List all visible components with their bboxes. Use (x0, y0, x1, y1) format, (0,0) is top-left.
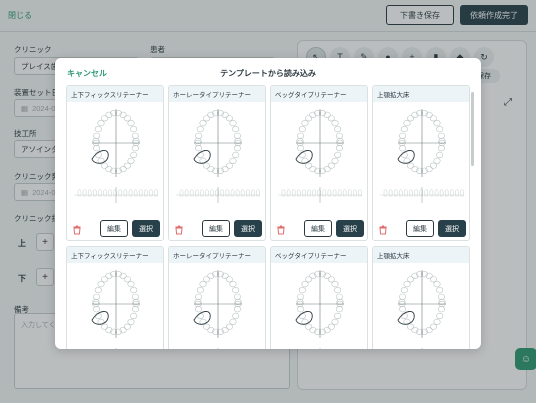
modal-scrollbar[interactable] (471, 92, 474, 166)
edit-button[interactable]: 編集 (100, 220, 128, 237)
trash-icon[interactable] (174, 225, 184, 235)
select-button[interactable]: 選択 (438, 220, 466, 237)
dental-arch-diagram (380, 109, 464, 203)
edit-button[interactable]: 編集 (202, 220, 230, 237)
template-card: 上顎拡大床 (372, 246, 470, 349)
dental-arch-diagram (278, 109, 362, 203)
template-card: ベッグタイプリテーナー 編集 選択 (270, 85, 368, 241)
edit-button[interactable]: 編集 (406, 220, 434, 237)
template-name: 上顎拡大床 (373, 247, 469, 263)
template-card: 上下フィックスリテーナー 編集 選択 (66, 85, 164, 241)
template-name: ホーレータイプリテーナー (169, 86, 265, 102)
template-name: ベッグタイプリテーナー (271, 247, 367, 263)
trash-icon[interactable] (276, 225, 286, 235)
dental-arch-diagram (397, 270, 446, 349)
modal-title: テンプレートから読み込み (220, 69, 316, 78)
select-button[interactable]: 選択 (234, 220, 262, 237)
template-card: ベッグタイプリテーナー (270, 246, 368, 349)
edit-button[interactable]: 編集 (304, 220, 332, 237)
select-button[interactable]: 選択 (336, 220, 364, 237)
dental-arch-diagram (295, 270, 344, 349)
dental-arch-diagram (176, 109, 260, 203)
template-name: ホーレータイプリテーナー (169, 247, 265, 263)
template-name: 上下フィックスリテーナー (67, 86, 163, 102)
dental-arch-diagram (74, 109, 158, 203)
template-card: ホーレータイプリテーナー 編集 選択 (168, 85, 266, 241)
template-load-modal: キャンセル テンプレートから読み込み 上下フィックスリテーナー 編集 選択 ホー… (55, 58, 481, 349)
template-card: ホーレータイプリテーナー (168, 246, 266, 349)
template-card: 上顎拡大床 編集 選択 (372, 85, 470, 241)
template-card: 上下フィックスリテーナー (66, 246, 164, 349)
template-grid: 上下フィックスリテーナー 編集 選択 ホーレータイプリテーナー 編集 選択 ベッ… (66, 85, 470, 349)
dental-arch-diagram (193, 270, 242, 349)
trash-icon[interactable] (72, 225, 82, 235)
dental-arch-diagram (91, 270, 140, 349)
trash-icon[interactable] (378, 225, 388, 235)
template-name: ベッグタイプリテーナー (271, 86, 367, 102)
template-name: 上顎拡大床 (373, 86, 469, 102)
select-button[interactable]: 選択 (132, 220, 160, 237)
template-name: 上下フィックスリテーナー (67, 247, 163, 263)
